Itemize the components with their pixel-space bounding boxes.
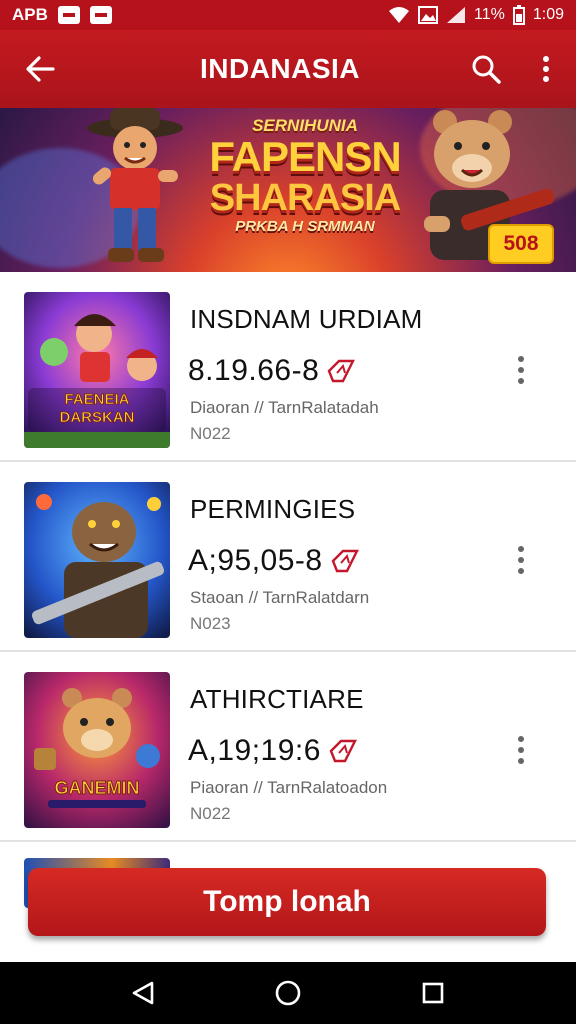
nav-recent-button[interactable] (403, 963, 463, 1023)
circle-home-icon (275, 980, 301, 1006)
coin-icon (327, 359, 356, 383)
game-thumbnail: GANEMIN (24, 672, 170, 828)
triangle-back-icon (132, 981, 153, 1005)
game-title: ATHIRCTIARE (190, 684, 364, 714)
status-app-label: APB (12, 5, 48, 24)
search-icon (472, 55, 501, 84)
game-thumbnail-art: FAENEIA DARSKAN (24, 292, 170, 448)
notification-icon (57, 6, 80, 24)
status-time: 1:09 (532, 6, 564, 23)
battery-percent: 11% (474, 6, 505, 23)
thumb-label-1: FAENEIA (64, 391, 129, 408)
game-thumbnail (24, 482, 170, 638)
thumb-label-1: GANEMIN (55, 778, 140, 798)
image-icon (418, 6, 439, 24)
nav-back-button[interactable] (113, 963, 173, 1023)
game-title: INSDNAM URDIAM (190, 304, 423, 334)
promo-banner[interactable]: SERNIHUNIA FAPENSN SHARASIA PRKBA H SRMM… (0, 108, 576, 272)
signal-icon (447, 7, 466, 23)
coin-icon (331, 549, 359, 573)
status-bar: APB 11% 1:09 (0, 0, 576, 30)
battery-icon (512, 5, 525, 25)
overflow-menu-button[interactable] (516, 30, 576, 108)
game-meta: Staoan // TarnRalatdarn (190, 588, 370, 607)
banner-hero-character (87, 108, 183, 262)
item-more-button[interactable] (506, 730, 536, 770)
back-button[interactable] (0, 30, 80, 108)
message-icon (89, 6, 112, 24)
primary-action-button[interactable]: Tomp lonah (28, 868, 546, 936)
game-value-row: 8.19.66-8 (188, 354, 357, 388)
item-more-button[interactable] (506, 540, 536, 580)
game-value-row: A,19;19:6 (188, 734, 359, 768)
game-title: PERMINGIES (190, 494, 356, 524)
game-value: A,19;19:6 (188, 734, 321, 767)
wifi-icon (389, 7, 410, 23)
page-title: INDANASIA (199, 53, 361, 84)
game-thumbnail: FAENEIA DARSKAN (24, 292, 170, 448)
app-screen: APB 11% 1:09 INDANASIA SERNIHUNIA FAPENS… (0, 0, 576, 1024)
game-value-row: A;95,05-8 (188, 544, 361, 578)
game-meta: Diaoran // TarnRalatadah (190, 398, 379, 417)
thumb-label-2: DARSKAN (60, 409, 135, 426)
item-more-button[interactable] (506, 350, 536, 390)
banner-main-line-2: SHARASIA (209, 177, 401, 219)
game-code: N022 (190, 424, 231, 443)
banner-sub-text: PRKBA H SRMMAN (235, 218, 375, 235)
list-item[interactable]: PERMINGIES A;95,05-8 Staoan // TarnRalat… (0, 462, 576, 652)
app-bar: INDANASIA (0, 30, 576, 108)
game-code: N022 (190, 804, 231, 823)
game-thumbnail-art (24, 482, 170, 638)
more-vertical-icon (543, 56, 549, 82)
game-thumbnail-art: GANEMIN (24, 672, 170, 828)
game-meta: Piaoran // TarnRalatoadon (190, 778, 388, 797)
game-list: FAENEIA DARSKAN INSDNAM URDIAM 8.19.66-8… (0, 272, 576, 908)
game-value: 8.19.66-8 (188, 354, 320, 387)
banner-title: SERNIHUNIA FAPENSN SHARASIA PRKBA H SRMM… (200, 116, 410, 235)
square-recent-icon (423, 982, 444, 1004)
nav-home-button[interactable] (258, 963, 318, 1023)
list-item[interactable]: GANEMIN ATHIRCTIARE A,19;19:6 Piaoran //… (0, 652, 576, 842)
game-code: N023 (190, 614, 231, 633)
system-nav-bar (0, 962, 576, 1024)
game-value: A;95,05-8 (188, 544, 323, 577)
list-item[interactable]: FAENEIA DARSKAN INSDNAM URDIAM 8.19.66-8… (0, 272, 576, 462)
search-button[interactable] (456, 30, 516, 108)
banner-main-line-1: FAPENSN (209, 133, 401, 180)
banner-badge[interactable]: 508 (488, 224, 554, 264)
coin-icon (329, 739, 357, 763)
arrow-left-icon (26, 56, 55, 82)
